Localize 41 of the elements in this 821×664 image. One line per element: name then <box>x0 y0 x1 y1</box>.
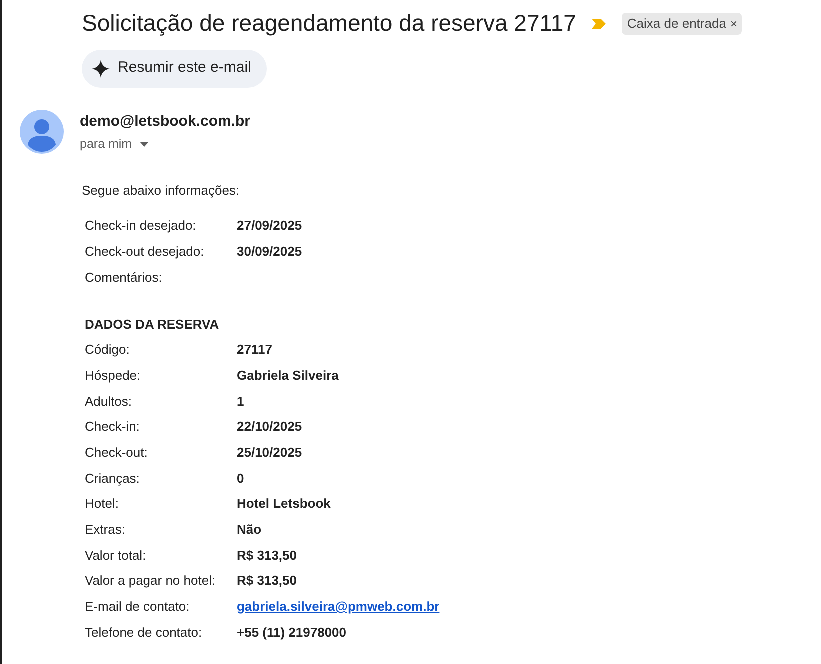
email-link[interactable]: gabriela.silveira@pmweb.com.br <box>237 599 440 614</box>
field-label: Check-out: <box>84 444 149 462</box>
sender-address: demo@letsbook.com.br <box>80 112 250 132</box>
field-value: R$ 313,50 <box>236 546 298 565</box>
field-label: E-mail de contato: <box>84 598 191 616</box>
field-label: Check-out desejado: <box>84 243 206 262</box>
field-value: 30/09/2025 <box>236 243 304 262</box>
field-value: Gabriela Silveira <box>236 366 340 385</box>
field-value: 1 <box>236 392 246 411</box>
avatar-icon <box>20 110 64 154</box>
field-label: Adultos: <box>84 392 133 411</box>
field-value: 22/10/2025 <box>236 418 304 436</box>
intro-text: Segue abaixo informações: <box>82 182 241 200</box>
field-value: 27117 <box>236 341 274 360</box>
field-label: Valor a pagar no hotel: <box>84 572 217 590</box>
field-label: Extras: <box>84 521 126 539</box>
field-value: +55 (11) 21978000 <box>236 624 348 642</box>
field-label: Crianças: <box>84 470 141 488</box>
field-label: Hóspede: <box>84 366 142 385</box>
field-label: Hotel: <box>84 495 120 514</box>
field-value: 25/10/2025 <box>236 444 304 462</box>
field-value: Não <box>236 521 263 539</box>
email-subject: Solicitação de reagendamento da reserva 27117 <box>82 10 576 38</box>
field-label: Valor total: <box>84 546 148 565</box>
field-value: R$ 313,50 <box>236 572 298 590</box>
field-value: 0 <box>236 470 246 488</box>
field-label: Check-in: <box>84 418 141 436</box>
remove-label-button[interactable]: × <box>730 17 738 32</box>
field-label: Telefone de contato: <box>84 624 204 642</box>
field-label: Check-in desejado: <box>84 217 198 236</box>
inbox-label: Caixa de entrada × <box>622 13 742 35</box>
sparkle-icon <box>92 60 110 78</box>
field-label: Comentários: <box>84 268 164 287</box>
important-marker-icon[interactable] <box>592 18 606 30</box>
field-value: 27/09/2025 <box>236 217 304 236</box>
field-value: Hotel Letsbook <box>236 495 332 514</box>
recipient-text: para mim <box>80 136 132 154</box>
section-heading: DADOS DA RESERVA <box>84 316 220 334</box>
summarize-button[interactable]: Resumir este e-mail <box>82 50 268 88</box>
field-label: Código: <box>84 341 131 360</box>
dropdown-caret-icon[interactable] <box>140 142 150 147</box>
